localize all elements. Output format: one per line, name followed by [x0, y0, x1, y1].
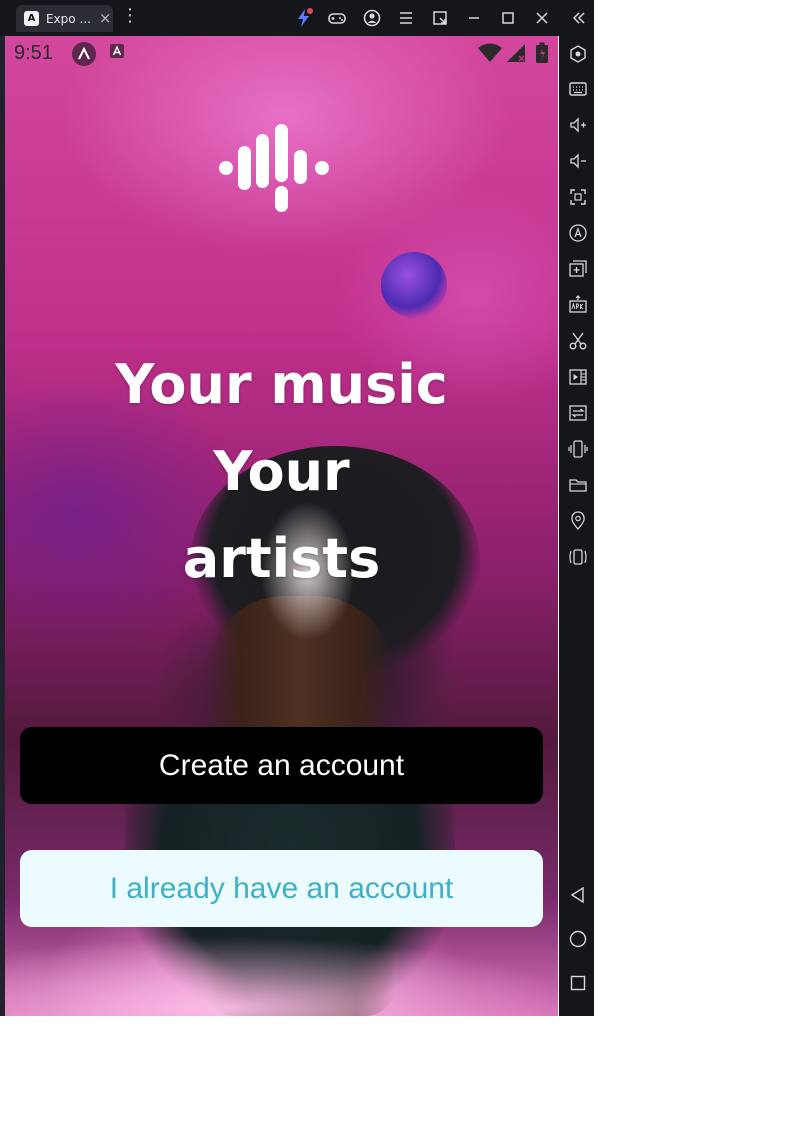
headline-line-3: artists	[182, 527, 381, 590]
status-bar: 9:51	[5, 36, 558, 72]
title-bar: A Expo ... × ⋮	[0, 0, 594, 36]
lightning-icon[interactable]	[294, 8, 314, 28]
folder-icon[interactable]	[568, 475, 588, 495]
scissors-icon[interactable]	[568, 331, 588, 351]
volume-up-icon[interactable]	[568, 115, 588, 135]
signal-icon	[507, 44, 525, 62]
keyboard-icon[interactable]	[568, 79, 588, 99]
swap-icon[interactable]	[568, 403, 588, 423]
gamepad-icon[interactable]	[327, 8, 347, 28]
home-icon[interactable]	[568, 929, 588, 949]
add-window-icon[interactable]	[568, 259, 588, 279]
maximize-icon[interactable]	[498, 8, 518, 28]
headline-line-1: Your music	[115, 353, 448, 416]
screenshot-icon[interactable]	[568, 187, 588, 207]
hexagon-settings-icon[interactable]	[568, 44, 588, 64]
minimize-icon[interactable]	[464, 8, 484, 28]
login-button[interactable]: I already have an account	[20, 850, 543, 927]
battery-icon	[536, 42, 548, 63]
record-icon[interactable]	[568, 367, 588, 387]
emulator-toolbar	[559, 36, 594, 1016]
back-icon[interactable]	[568, 885, 588, 905]
location-icon[interactable]	[568, 511, 588, 531]
app-tab[interactable]: A Expo ... ×	[16, 5, 113, 32]
vibrate-icon[interactable]	[568, 547, 588, 567]
menu-icon[interactable]	[396, 8, 416, 28]
shake-icon[interactable]	[568, 439, 588, 459]
resize-icon[interactable]	[430, 8, 450, 28]
background-orb	[381, 252, 447, 318]
wifi-icon	[478, 43, 502, 62]
expo-status-icon	[72, 42, 96, 66]
volume-down-icon[interactable]	[568, 151, 588, 171]
phone-screen: 9:51 Your music Your artists Create an a…	[5, 36, 558, 1016]
create-account-button[interactable]: Create an account	[20, 727, 543, 804]
expo-favicon-icon: A	[24, 11, 39, 26]
recents-icon[interactable]	[568, 973, 588, 993]
background-fog	[5, 936, 558, 1016]
tab-title: Expo ...	[46, 11, 91, 26]
account-icon[interactable]	[362, 8, 382, 28]
podcast-waveform-icon	[219, 124, 329, 212]
close-icon[interactable]	[532, 8, 552, 28]
apk-icon[interactable]	[568, 295, 588, 315]
a-status-icon	[110, 44, 124, 58]
collapse-icon[interactable]	[570, 9, 588, 27]
tab-close-icon[interactable]: ×	[99, 11, 112, 26]
headline-line-2: Your	[213, 440, 350, 503]
more-menu-icon[interactable]: ⋮	[121, 7, 139, 25]
status-clock: 9:51	[14, 42, 53, 64]
rotate-icon[interactable]	[568, 223, 588, 243]
emulator-window: A Expo ... × ⋮ 9:51 Your music Your arti…	[0, 0, 794, 1123]
